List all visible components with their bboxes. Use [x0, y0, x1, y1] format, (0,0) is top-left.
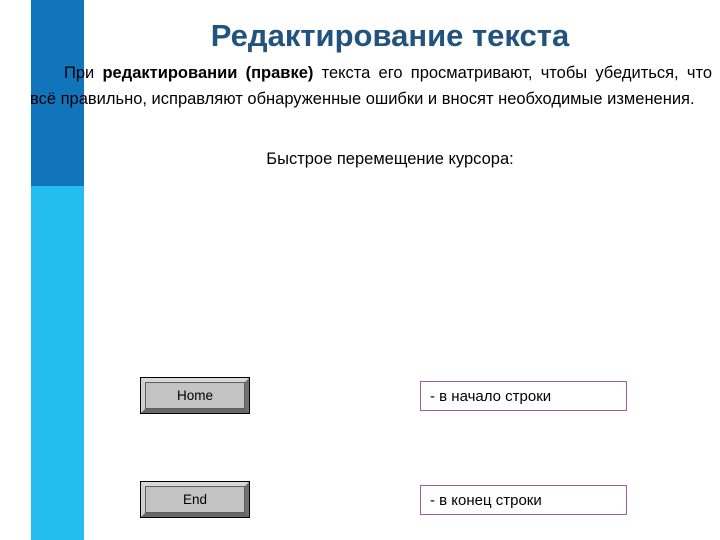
- shortcut-row: End - в конец строки: [0, 241, 720, 518]
- slide-canvas: Редактирование текста При редактировании…: [0, 0, 720, 540]
- shortcut-row: Page Down - на «экран» вниз: [0, 447, 720, 499]
- shortcut-row: Page Up - на «экран» вверх: [0, 396, 720, 434]
- shortcut-rows: Home - в начало строки End - в конец стр…: [0, 0, 720, 540]
- shortcut-row: Ctrl + - на слово влево: [0, 345, 720, 383]
- shortcut-row: Home - в начало строки: [0, 189, 720, 414]
- shortcut-row: Ctrl + - на слово вправо: [0, 293, 720, 331]
